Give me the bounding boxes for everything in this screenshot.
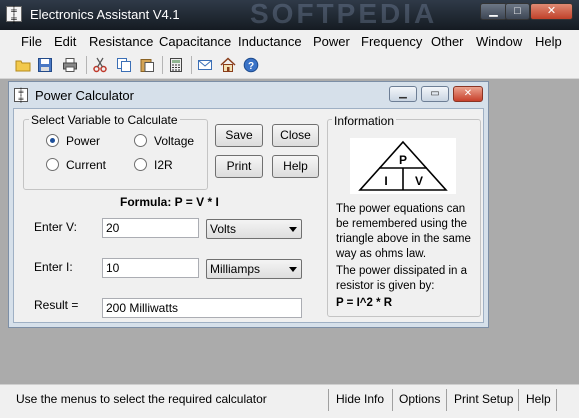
- menu-edit[interactable]: Edit: [54, 34, 76, 49]
- home-icon[interactable]: [220, 57, 236, 73]
- close-calculator-button[interactable]: Close: [272, 124, 319, 147]
- status-message: Use the menus to select the required cal…: [16, 392, 267, 406]
- voltage-input[interactable]: 20: [102, 218, 199, 238]
- power-triangle-diagram: P I V: [350, 138, 456, 194]
- enter-v-label: Enter V:: [34, 220, 77, 234]
- voltage-unit-value: Volts: [210, 222, 237, 236]
- radio-i2r-label: I2R: [154, 158, 173, 172]
- print-icon[interactable]: [62, 57, 78, 73]
- status-separator: [518, 389, 519, 411]
- dialog-restore-button[interactable]: ▭: [421, 86, 449, 102]
- formula-label: Formula: P = V * I: [120, 195, 219, 209]
- voltage-unit-select[interactable]: Volts: [206, 219, 302, 239]
- chevron-down-icon: [289, 267, 297, 272]
- toolbar-separator: [191, 56, 192, 74]
- radio-voltage[interactable]: [134, 134, 147, 147]
- radio-i2r[interactable]: [134, 158, 147, 171]
- triangle-i: I: [384, 174, 387, 188]
- calculator-window-icon[interactable]: ╪ ╪: [14, 88, 28, 103]
- dialog-close-button[interactable]: ✕: [453, 86, 483, 102]
- save-button[interactable]: Save: [215, 124, 263, 147]
- status-separator: [328, 389, 329, 411]
- radio-power-label: Power: [66, 134, 101, 148]
- menu-inductance[interactable]: Inductance: [238, 34, 302, 49]
- menu-bar: File Edit Resistance Capacitance Inducta…: [0, 30, 579, 52]
- info-formula: P = I^2 * R: [336, 297, 393, 309]
- info-text-dissipation: The power dissipated in a resistor is gi…: [336, 265, 468, 292]
- triangle-p: P: [399, 153, 407, 167]
- cut-icon[interactable]: [92, 57, 108, 73]
- hide-info-button[interactable]: Hide Info: [336, 392, 384, 406]
- app-title: Electronics Assistant V4.1: [30, 7, 180, 22]
- menu-other[interactable]: Other: [431, 34, 464, 49]
- chevron-down-icon: [289, 227, 297, 232]
- status-separator: [446, 389, 447, 411]
- menu-window[interactable]: Window: [476, 34, 522, 49]
- save-icon[interactable]: [37, 57, 53, 73]
- result-label: Result =: [34, 298, 79, 312]
- minimize-button[interactable]: ▁: [480, 3, 507, 20]
- options-button[interactable]: Options: [399, 392, 440, 406]
- close-button[interactable]: ✕: [530, 3, 573, 20]
- current-input[interactable]: 10: [102, 258, 199, 278]
- menu-help[interactable]: Help: [535, 34, 562, 49]
- print-setup-button[interactable]: Print Setup: [454, 392, 513, 406]
- menu-capacitance[interactable]: Capacitance: [159, 34, 231, 49]
- status-help-button[interactable]: Help: [526, 392, 551, 406]
- current-unit-select[interactable]: Milliamps: [206, 259, 302, 279]
- power-calculator-window: ╪ ╪ Power Calculator ▁ ▭ ✕ Select Variabl…: [8, 81, 489, 328]
- radio-current-label: Current: [66, 158, 107, 172]
- print-button[interactable]: Print: [215, 155, 263, 178]
- variable-group-title: Select Variable to Calculate: [29, 113, 180, 127]
- svg-text:?: ?: [248, 61, 254, 72]
- status-separator: [556, 389, 557, 411]
- dialog-minimize-button[interactable]: ▁: [389, 86, 417, 102]
- enter-i-label: Enter I:: [34, 260, 73, 274]
- current-unit-value: Milliamps: [210, 262, 261, 276]
- toolbar-separator: [86, 56, 87, 74]
- status-bar: Use the menus to select the required cal…: [0, 384, 579, 418]
- dialog-body: Select Variable to Calculate Power Volta…: [13, 108, 484, 323]
- help-button[interactable]: Help: [272, 155, 319, 178]
- toolbar-separator: [162, 56, 163, 74]
- information-title: Information: [332, 114, 397, 128]
- info-text-triangle: The power equations can be remembered us…: [336, 203, 471, 260]
- open-folder-icon[interactable]: [15, 57, 31, 73]
- dialog-title: Power Calculator: [35, 88, 134, 103]
- radio-power[interactable]: [46, 134, 59, 147]
- app-icon[interactable]: ╪ ╪: [6, 6, 22, 23]
- toolbar: ?: [0, 52, 579, 79]
- menu-frequency[interactable]: Frequency: [361, 34, 422, 49]
- email-icon[interactable]: [197, 57, 213, 73]
- menu-file[interactable]: File: [21, 34, 42, 49]
- radio-voltage-label: Voltage: [154, 134, 195, 148]
- paste-icon[interactable]: [139, 57, 155, 73]
- help-icon[interactable]: ?: [243, 57, 259, 73]
- app-titlebar: ╪ ╪ Electronics Assistant V4.1 SOFTPEDIA …: [0, 0, 579, 30]
- triangle-v: V: [415, 174, 423, 188]
- calculator-icon[interactable]: [168, 57, 184, 73]
- menu-power[interactable]: Power: [313, 34, 350, 49]
- copy-icon[interactable]: [116, 57, 132, 73]
- menu-resistance[interactable]: Resistance: [89, 34, 153, 49]
- maximize-button[interactable]: □: [505, 3, 530, 20]
- watermark: SOFTPEDIA: [250, 0, 438, 29]
- result-field[interactable]: 200 Milliwatts: [102, 298, 302, 318]
- radio-current[interactable]: [46, 158, 59, 171]
- status-separator: [392, 389, 393, 411]
- variable-group: [23, 119, 208, 190]
